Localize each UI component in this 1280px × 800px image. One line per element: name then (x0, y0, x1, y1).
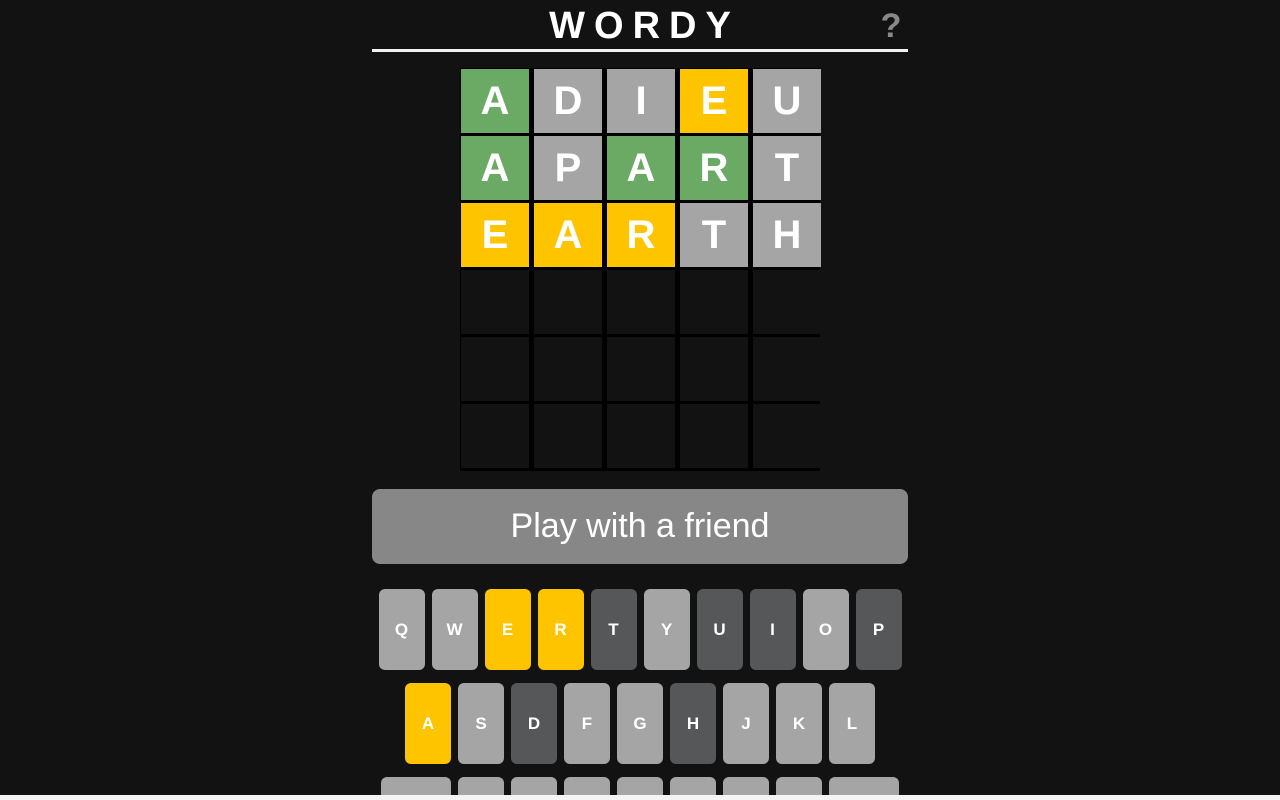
viewport-bottom-edge (0, 795, 1280, 800)
key-q[interactable]: Q (378, 589, 425, 670)
grid-tile-empty (534, 404, 602, 468)
keyboard-row: QWERTYUIOP (0, 589, 1280, 670)
key-a[interactable]: A (405, 683, 451, 764)
grid-tile: T (753, 136, 821, 200)
wordy-game-app: WORDY ? ADIEUAPARTEARTH Play with a frie… (0, 0, 1280, 800)
grid-tile-empty (461, 337, 529, 401)
page-title: WORDY (549, 5, 740, 47)
grid-tile: H (753, 203, 821, 267)
grid-tile-empty (461, 404, 529, 468)
grid-tile: R (680, 136, 748, 200)
grid-tile: I (607, 69, 675, 133)
key-t[interactable]: T (590, 589, 637, 670)
key-e[interactable]: E (484, 589, 531, 670)
grid-tile-empty (534, 270, 602, 334)
grid-tile-empty (753, 337, 821, 401)
key-u[interactable]: U (696, 589, 743, 670)
grid-tile: A (461, 69, 529, 133)
key-g[interactable]: G (617, 683, 663, 764)
key-y[interactable]: Y (643, 589, 690, 670)
key-l[interactable]: L (829, 683, 875, 764)
play-with-a-friend-button[interactable]: Play with a friend (372, 489, 908, 564)
guess-grid: ADIEUAPARTEARTH (460, 68, 821, 471)
key-i[interactable]: I (749, 589, 796, 670)
grid-tile: A (461, 136, 529, 200)
grid-tile: E (461, 203, 529, 267)
grid-tile-empty (607, 404, 675, 468)
grid-tile: D (534, 69, 602, 133)
key-f[interactable]: F (564, 683, 610, 764)
grid-tile-empty (753, 404, 821, 468)
key-k[interactable]: K (776, 683, 822, 764)
grid-tile-empty (461, 270, 529, 334)
grid-tile: A (607, 136, 675, 200)
on-screen-keyboard: QWERTYUIOPASDFGHJKLENTERZXCVBNMDEL (0, 589, 1280, 800)
grid-tile-empty (607, 270, 675, 334)
grid-tile: T (680, 203, 748, 267)
key-d[interactable]: D (511, 683, 557, 764)
key-r[interactable]: R (537, 589, 584, 670)
key-j[interactable]: J (723, 683, 769, 764)
grid-tile: R (607, 203, 675, 267)
grid-tile-empty (680, 337, 748, 401)
grid-tile: P (534, 136, 602, 200)
grid-tile-empty (534, 337, 602, 401)
key-p[interactable]: P (855, 589, 902, 670)
grid-tile-empty (680, 404, 748, 468)
grid-tile-empty (753, 270, 821, 334)
keyboard-row: ASDFGHJKL (0, 683, 1280, 764)
grid-tile-empty (680, 270, 748, 334)
key-s[interactable]: S (458, 683, 504, 764)
key-w[interactable]: W (431, 589, 478, 670)
app-header: WORDY ? (372, 0, 908, 52)
grid-tile: U (753, 69, 821, 133)
grid-tile: E (680, 69, 748, 133)
key-o[interactable]: O (802, 589, 849, 670)
key-h[interactable]: H (670, 683, 716, 764)
question-mark-icon[interactable]: ? (876, 4, 906, 48)
grid-tile: A (534, 203, 602, 267)
grid-tile-empty (607, 337, 675, 401)
